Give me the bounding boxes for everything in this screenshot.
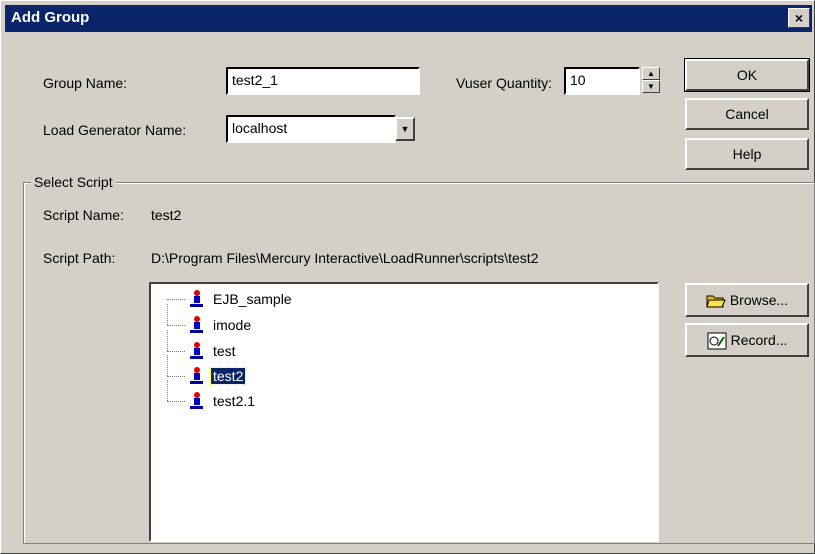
vuser-quantity-label: Vuser Quantity:	[456, 75, 552, 91]
script-tree[interactable]: EJB_sample imode test test2 test2.1	[149, 282, 659, 542]
record-icon	[707, 332, 727, 350]
vuser-quantity-input[interactable]: 10	[564, 67, 640, 95]
spin-down-icon[interactable]: ▼	[642, 80, 660, 93]
vuser-script-icon	[190, 316, 203, 333]
spin-up-icon[interactable]: ▲	[642, 67, 660, 80]
cancel-button[interactable]: Cancel	[685, 98, 809, 130]
dialog-title: Add Group	[11, 9, 90, 26]
script-name-value: test2	[151, 207, 182, 223]
record-button[interactable]: Record...	[685, 323, 809, 357]
vuser-quantity-spinner[interactable]: ▲ ▼	[642, 67, 660, 93]
load-generator-label: Load Generator Name:	[43, 122, 187, 138]
browse-button[interactable]: Browse...	[685, 283, 809, 317]
vuser-script-icon	[190, 290, 203, 307]
script-name-label: Script Name:	[43, 207, 124, 223]
help-button[interactable]: Help	[685, 138, 809, 170]
load-generator-select[interactable]: localhost	[226, 115, 396, 143]
vuser-script-icon	[190, 342, 203, 359]
group-name-input[interactable]: test2_1	[226, 67, 420, 95]
script-path-value: D:\Program Files\Mercury Interactive\Loa…	[151, 250, 539, 266]
close-button[interactable]: ×	[788, 8, 810, 28]
select-script-title: Select Script	[31, 174, 116, 190]
vuser-script-icon	[190, 367, 203, 384]
add-group-dialog: Add Group × Group Name: test2_1 Vuser Qu…	[0, 0, 815, 554]
vuser-script-icon	[190, 392, 203, 409]
chevron-down-icon[interactable]: ▼	[395, 117, 415, 141]
open-folder-icon	[706, 295, 726, 308]
script-path-label: Script Path:	[43, 250, 116, 266]
group-name-label: Group Name:	[43, 75, 128, 91]
ok-button[interactable]: OK	[684, 58, 810, 92]
title-bar: Add Group ×	[5, 5, 812, 32]
